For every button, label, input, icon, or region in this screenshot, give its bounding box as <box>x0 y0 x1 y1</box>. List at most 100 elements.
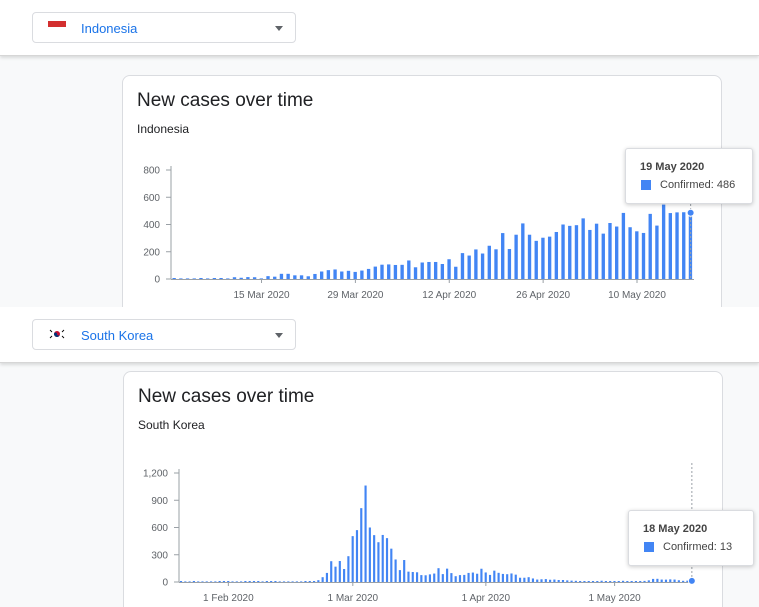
bar[interactable] <box>411 572 414 582</box>
bar[interactable] <box>507 249 512 280</box>
bar[interactable] <box>635 231 639 279</box>
bar[interactable] <box>398 570 401 582</box>
bar[interactable] <box>201 581 204 582</box>
bar[interactable] <box>244 581 247 582</box>
bar[interactable] <box>326 270 331 279</box>
bar[interactable] <box>613 581 616 582</box>
bar[interactable] <box>373 535 376 582</box>
bar[interactable] <box>433 573 436 582</box>
bar[interactable] <box>319 271 324 279</box>
bar[interactable] <box>222 581 226 582</box>
bar[interactable] <box>441 574 444 582</box>
bar[interactable] <box>467 572 470 582</box>
bar[interactable] <box>390 548 393 582</box>
bar[interactable] <box>648 213 652 279</box>
bar[interactable] <box>501 573 504 582</box>
bar[interactable] <box>364 485 367 582</box>
bar[interactable] <box>488 574 492 582</box>
bar[interactable] <box>652 578 655 582</box>
south-korea-cases-chart[interactable]: 1,200 900 600 300 0 1 Feb 2020 1 Mar 2020 1 Apr… <box>124 372 724 607</box>
bar[interactable] <box>630 581 633 582</box>
bar[interactable] <box>471 572 474 582</box>
bar[interactable] <box>403 560 406 582</box>
bar[interactable] <box>333 269 337 279</box>
bar[interactable] <box>574 580 577 582</box>
bar[interactable] <box>252 277 257 279</box>
bar[interactable] <box>531 578 535 582</box>
bar[interactable] <box>615 226 619 279</box>
bar[interactable] <box>682 580 685 582</box>
chevron-down-icon[interactable] <box>275 26 283 31</box>
bar[interactable] <box>355 530 359 582</box>
bar[interactable] <box>608 223 612 279</box>
bar[interactable] <box>407 260 411 279</box>
bar[interactable] <box>239 277 243 279</box>
bar[interactable] <box>415 572 419 582</box>
bar[interactable] <box>232 277 237 279</box>
bar[interactable] <box>338 561 341 582</box>
bar[interactable] <box>278 581 281 582</box>
bar[interactable] <box>179 581 183 582</box>
bar[interactable] <box>377 542 380 582</box>
bar[interactable] <box>487 245 491 279</box>
bar[interactable] <box>368 527 371 583</box>
bar[interactable] <box>583 581 586 582</box>
bar[interactable] <box>480 253 485 279</box>
bar[interactable] <box>308 581 311 582</box>
bar[interactable] <box>514 234 518 279</box>
bar[interactable] <box>463 574 466 582</box>
bar[interactable] <box>227 581 230 582</box>
bar[interactable] <box>330 561 333 582</box>
bar[interactable] <box>541 237 545 279</box>
bar[interactable] <box>252 581 256 582</box>
bar[interactable] <box>561 580 565 582</box>
bar[interactable] <box>413 267 418 279</box>
bar[interactable] <box>226 278 230 279</box>
bar[interactable] <box>400 264 404 279</box>
bar[interactable] <box>427 261 431 279</box>
bar[interactable] <box>279 273 284 279</box>
bar[interactable] <box>240 581 243 582</box>
bar[interactable] <box>643 580 646 582</box>
bar[interactable] <box>557 580 560 582</box>
bar[interactable] <box>639 581 642 582</box>
bar[interactable] <box>510 573 513 582</box>
bar[interactable] <box>668 213 672 279</box>
country-select[interactable]: South Korea <box>32 319 296 350</box>
bar[interactable] <box>527 577 530 582</box>
bar[interactable] <box>300 581 303 582</box>
bar[interactable] <box>544 579 547 582</box>
bar[interactable] <box>346 270 351 279</box>
bar[interactable] <box>514 574 517 582</box>
bar[interactable] <box>673 579 676 582</box>
bar[interactable] <box>347 556 350 582</box>
bar[interactable] <box>209 581 213 582</box>
bar[interactable] <box>306 276 310 280</box>
bar[interactable] <box>261 581 264 582</box>
bar[interactable] <box>265 581 268 582</box>
bar[interactable] <box>440 264 445 279</box>
bar[interactable] <box>325 572 329 582</box>
bar[interactable] <box>420 262 424 279</box>
bar[interactable] <box>621 580 625 582</box>
bar[interactable] <box>621 212 626 279</box>
bar[interactable] <box>270 581 273 582</box>
bar[interactable] <box>547 236 552 279</box>
bar[interactable] <box>656 578 659 582</box>
bar[interactable] <box>594 223 599 279</box>
bar[interactable] <box>351 536 354 582</box>
bar[interactable] <box>501 233 505 279</box>
bar[interactable] <box>661 204 666 279</box>
bar[interactable] <box>218 581 221 582</box>
bar[interactable] <box>192 581 195 582</box>
bar[interactable] <box>523 577 526 582</box>
bar[interactable] <box>295 581 298 582</box>
bar[interactable] <box>609 581 612 582</box>
bar[interactable] <box>312 581 316 582</box>
bar[interactable] <box>458 575 462 582</box>
bar[interactable] <box>407 571 410 583</box>
bar[interactable] <box>450 573 453 582</box>
bar[interactable] <box>179 278 183 279</box>
bar[interactable] <box>664 579 668 582</box>
bar[interactable] <box>553 579 556 582</box>
